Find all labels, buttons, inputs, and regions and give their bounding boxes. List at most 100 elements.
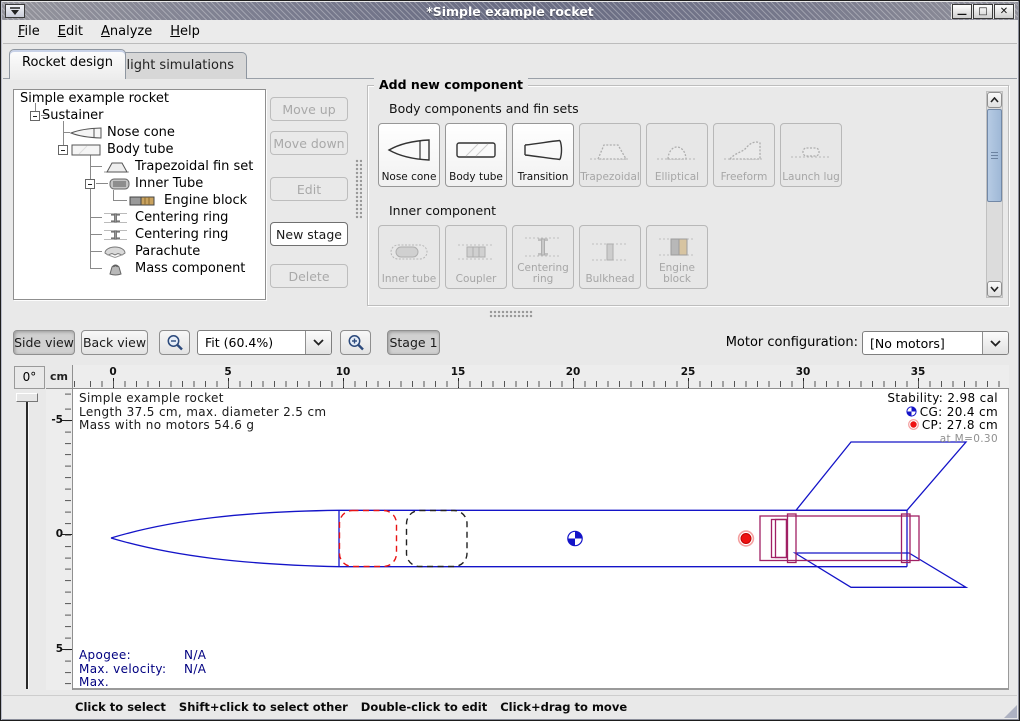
tree-expander-inner-tube[interactable] xyxy=(85,179,95,189)
tree-node-centering-ring-1[interactable]: Centering ring xyxy=(135,210,228,225)
nose-cone-icon xyxy=(387,128,431,172)
tree-node-engine-block[interactable]: Engine block xyxy=(164,193,247,208)
tree-node-body-tube[interactable]: Body tube xyxy=(107,142,174,157)
cg-marker xyxy=(568,531,582,545)
tree-expander-body-tube[interactable] xyxy=(58,145,68,155)
stage-1-toggle[interactable]: Stage 1 xyxy=(387,330,440,355)
rocket-drawing xyxy=(73,389,1009,690)
chevron-down-icon[interactable] xyxy=(305,331,331,354)
tree-connector xyxy=(91,251,102,252)
application-window: *Simple example rocket — □ ✕ File Edit A… xyxy=(0,0,1020,721)
inner-tube-icon xyxy=(387,230,431,274)
rocket-info: Simple example rocket Length 37.5 cm, ma… xyxy=(79,392,326,433)
move-up-button[interactable]: Move up xyxy=(270,97,348,121)
back-view-button[interactable]: Back view xyxy=(81,330,148,355)
move-down-button[interactable]: Move down xyxy=(270,131,348,155)
cg-legend-icon xyxy=(906,406,917,417)
ruler-unit: cm xyxy=(46,365,73,389)
coupler-icon xyxy=(454,230,498,274)
motor-config-label: Motor configuration: xyxy=(716,335,858,350)
component-button-body-tube[interactable]: Body tube xyxy=(445,123,507,187)
component-button-inner-tube[interactable]: Inner tube xyxy=(378,225,440,289)
freeform-fin-icon xyxy=(722,128,766,172)
engine-block-outline xyxy=(772,520,787,558)
edit-button[interactable]: Edit xyxy=(270,177,348,201)
component-button-trapezoidal[interactable]: Trapezoidal xyxy=(579,123,641,187)
component-button-bulkhead[interactable]: Bulkhead xyxy=(579,225,641,289)
add-panel-scrollbar[interactable] xyxy=(986,91,1003,298)
transition-icon xyxy=(521,128,565,172)
mass-component-icon xyxy=(106,262,125,276)
tab-flight-simulations[interactable]: Flight simulations xyxy=(106,52,247,79)
maximize-button[interactable]: □ xyxy=(973,4,993,19)
rocket-canvas[interactable]: Simple example rocket Length 37.5 cm, ma… xyxy=(73,389,1009,690)
component-tree[interactable]: Simple example rocket Sustainer Nose con… xyxy=(13,89,266,300)
bulkhead-icon xyxy=(588,230,632,274)
centering-ring-icon xyxy=(521,230,565,263)
tree-node-centering-ring-2[interactable]: Centering ring xyxy=(135,227,228,242)
motor-config-combobox[interactable]: [No motors] xyxy=(862,331,1009,355)
nose-cone-icon xyxy=(70,127,102,139)
elliptical-fin-icon xyxy=(655,128,699,172)
tree-connector xyxy=(96,183,108,184)
inner-section-label: Inner component xyxy=(389,203,496,218)
menu-item-edit[interactable]: Edit xyxy=(49,21,92,42)
component-button-transition[interactable]: Transition xyxy=(512,123,574,187)
body-tube-icon xyxy=(454,128,498,172)
delete-button[interactable]: Delete xyxy=(270,264,348,288)
new-stage-button[interactable]: New stage xyxy=(270,222,348,246)
hint-drag: Click+drag to move xyxy=(500,700,627,714)
tree-node-sustainer[interactable]: Sustainer xyxy=(42,108,104,123)
parachute-icon xyxy=(103,246,127,258)
scrollbar-thumb[interactable] xyxy=(987,109,1002,202)
component-button-engine-block[interactable]: Engine block xyxy=(646,225,708,289)
tree-node-mass-component[interactable]: Mass component xyxy=(135,261,245,276)
scrollbar-down-arrow[interactable] xyxy=(987,281,1002,297)
vertical-splitter[interactable] xyxy=(355,159,362,219)
tree-node-inner-tube[interactable]: Inner Tube xyxy=(135,176,203,191)
tree-connector xyxy=(91,166,102,167)
side-view-button[interactable]: Side view xyxy=(13,330,75,355)
component-button-nose-cone[interactable]: Nose cone xyxy=(378,123,440,187)
tree-node-parachute[interactable]: Parachute xyxy=(135,244,200,259)
parachute-outline xyxy=(340,511,397,567)
tree-node-nose-cone[interactable]: Nose cone xyxy=(107,125,175,140)
rotation-slider-track[interactable] xyxy=(26,393,28,689)
zoom-level-value: Fit (60.4%) xyxy=(198,331,305,354)
tree-expander-sustainer[interactable] xyxy=(30,111,40,121)
cp-marker xyxy=(739,531,754,546)
inner-tube-icon xyxy=(109,178,130,190)
title-bar[interactable]: *Simple example rocket — □ ✕ xyxy=(2,2,1018,20)
component-button-coupler[interactable]: Coupler xyxy=(445,225,507,289)
rotation-slider-handle[interactable] xyxy=(16,393,38,402)
tree-node-trapezoidal-fin-set[interactable]: Trapezoidal fin set xyxy=(135,159,253,174)
tree-node-rocket[interactable]: Simple example rocket xyxy=(20,91,169,106)
zoom-out-button[interactable] xyxy=(159,330,190,355)
add-component-title: Add new component xyxy=(374,77,528,92)
close-button[interactable]: ✕ xyxy=(994,4,1014,19)
left-ruler: -5 0 5 xyxy=(46,389,73,690)
menu-item-help[interactable]: Help xyxy=(161,21,209,42)
tree-connector xyxy=(113,200,127,201)
magnifier-plus-icon xyxy=(347,334,365,352)
menu-item-analyze[interactable]: Analyze xyxy=(92,21,161,42)
component-button-launch-lug[interactable]: Launch lug xyxy=(780,123,842,187)
scrollbar-up-arrow[interactable] xyxy=(987,92,1002,108)
hint-shift-click: Shift+click to select other xyxy=(179,700,348,714)
fit-combobox[interactable]: Fit (60.4%) xyxy=(197,330,332,355)
zoom-in-button[interactable] xyxy=(340,330,371,355)
tab-rocket-design[interactable]: Rocket design xyxy=(9,49,126,79)
menu-item-file[interactable]: File xyxy=(9,21,49,42)
component-button-centering-ring[interactable]: Centering ring xyxy=(512,225,574,289)
chevron-down-icon[interactable] xyxy=(982,332,1008,354)
resize-grip[interactable] xyxy=(1004,705,1017,718)
minimize-button[interactable]: — xyxy=(952,4,972,19)
rotation-value: 0° xyxy=(14,366,45,389)
centering-ring-aft xyxy=(902,514,911,563)
engine-block-icon xyxy=(129,195,155,207)
horizontal-splitter[interactable] xyxy=(489,310,533,318)
component-button-freeform[interactable]: Freeform xyxy=(713,123,775,187)
component-button-elliptical[interactable]: Elliptical xyxy=(646,123,708,187)
centering-ring-icon xyxy=(103,229,128,241)
mass-component-outline xyxy=(407,511,468,567)
